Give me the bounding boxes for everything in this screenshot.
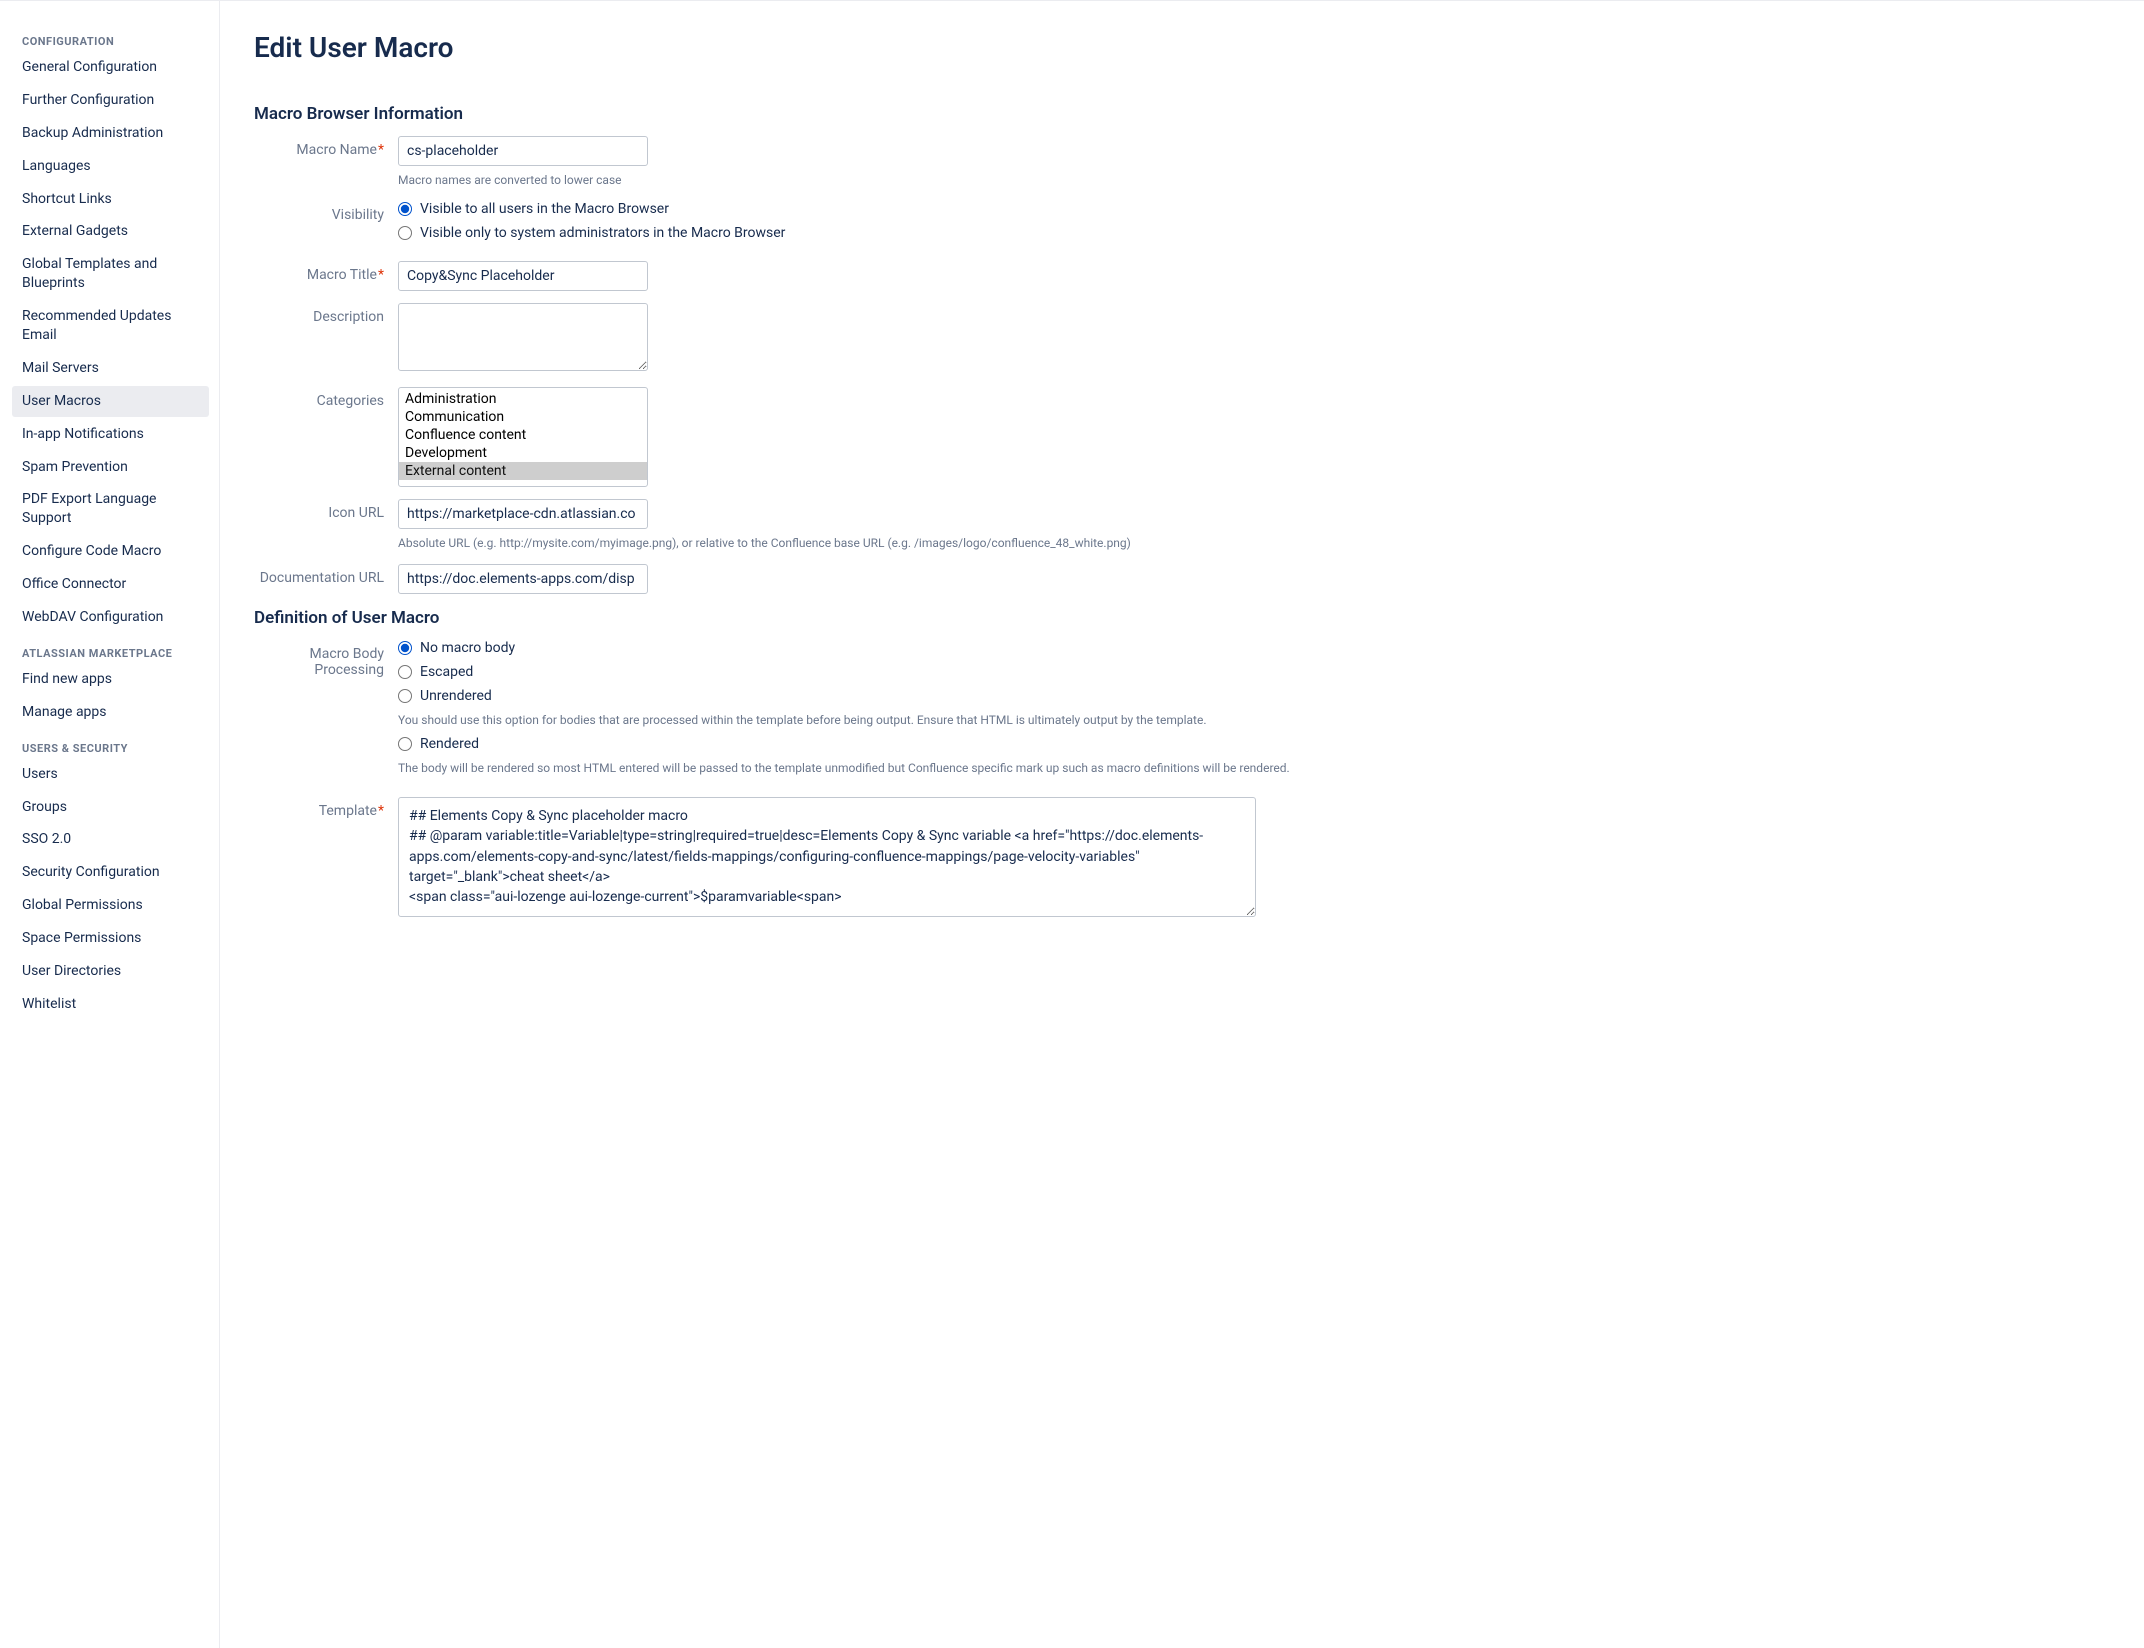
body-processing-radio-escaped[interactable] <box>398 665 412 679</box>
category-option[interactable]: External content <box>399 462 647 480</box>
body-processing-label-escaped: Escaped <box>420 664 473 680</box>
sidebar-item-general-configuration[interactable]: General Configuration <box>12 52 209 83</box>
macro-name-help: Macro names are converted to lower case <box>398 172 2122 189</box>
body-processing-label-unrendered: Unrendered <box>420 688 492 704</box>
sidebar-item-find-new-apps[interactable]: Find new apps <box>12 664 209 695</box>
icon-url-input[interactable] <box>398 499 648 529</box>
sidebar-item-configure-code-macro[interactable]: Configure Code Macro <box>12 536 209 567</box>
visibility-label-admin: Visible only to system administrators in… <box>420 225 785 241</box>
sidebar-item-user-directories[interactable]: User Directories <box>12 956 209 987</box>
body-processing-radio-none[interactable] <box>398 641 412 655</box>
sidebar-item-office-connector[interactable]: Office Connector <box>12 569 209 600</box>
label-body-processing: Macro Body Processing <box>254 640 398 678</box>
body-processing-radio-unrendered[interactable] <box>398 689 412 703</box>
body-processing-radio-rendered[interactable] <box>398 737 412 751</box>
body-processing-label-rendered: Rendered <box>420 736 479 752</box>
sidebar-item-users[interactable]: Users <box>12 759 209 790</box>
label-template: Template* <box>254 797 398 819</box>
sidebar-item-languages[interactable]: Languages <box>12 151 209 182</box>
body-processing-help-unrendered: You should use this option for bodies th… <box>398 712 2122 729</box>
body-processing-help-rendered: The body will be rendered so most HTML e… <box>398 760 2122 777</box>
label-icon-url: Icon URL <box>254 499 398 521</box>
visibility-label-all: Visible to all users in the Macro Browse… <box>420 201 669 217</box>
sidebar-item-groups[interactable]: Groups <box>12 792 209 823</box>
label-macro-title: Macro Title* <box>254 261 398 283</box>
macro-title-input[interactable] <box>398 261 648 291</box>
sidebar-item-backup-administration[interactable]: Backup Administration <box>12 118 209 149</box>
sidebar-item-sso[interactable]: SSO 2.0 <box>12 824 209 855</box>
visibility-radio-all[interactable] <box>398 202 412 216</box>
macro-name-input[interactable] <box>398 136 648 166</box>
label-doc-url: Documentation URL <box>254 564 398 586</box>
sidebar-item-recommended-updates[interactable]: Recommended Updates Email <box>12 301 209 351</box>
sidebar-item-user-macros[interactable]: User Macros <box>12 386 209 417</box>
sidebar-item-pdf-export-language[interactable]: PDF Export Language Support <box>12 484 209 534</box>
category-option[interactable]: Development <box>399 444 647 462</box>
sidebar-item-mail-servers[interactable]: Mail Servers <box>12 353 209 384</box>
body-processing-label-none: No macro body <box>420 640 515 656</box>
category-option[interactable]: Communication <box>399 408 647 426</box>
description-input[interactable] <box>398 303 648 371</box>
sidebar-item-in-app-notifications[interactable]: In-app Notifications <box>12 419 209 450</box>
section-macro-browser-info: Macro Browser Information <box>254 104 2122 124</box>
icon-url-help: Absolute URL (e.g. http://mysite.com/myi… <box>398 535 2122 552</box>
sidebar-item-spam-prevention[interactable]: Spam Prevention <box>12 452 209 483</box>
main-content: Edit User Macro Macro Browser Informatio… <box>220 1 2144 1648</box>
sidebar-section-title: USERS & SECURITY <box>12 734 209 759</box>
sidebar-item-webdav-configuration[interactable]: WebDAV Configuration <box>12 602 209 633</box>
page-title: Edit User Macro <box>254 31 2122 64</box>
label-visibility: Visibility <box>254 201 398 223</box>
doc-url-input[interactable] <box>398 564 648 594</box>
sidebar-item-global-permissions[interactable]: Global Permissions <box>12 890 209 921</box>
sidebar-item-external-gadgets[interactable]: External Gadgets <box>12 216 209 247</box>
label-macro-name: Macro Name* <box>254 136 398 158</box>
sidebar-item-manage-apps[interactable]: Manage apps <box>12 697 209 728</box>
admin-sidebar: CONFIGURATIONGeneral ConfigurationFurthe… <box>0 1 220 1648</box>
category-option[interactable]: Confluence content <box>399 426 647 444</box>
sidebar-item-space-permissions[interactable]: Space Permissions <box>12 923 209 954</box>
section-definition: Definition of User Macro <box>254 608 2122 628</box>
sidebar-item-shortcut-links[interactable]: Shortcut Links <box>12 184 209 215</box>
template-input[interactable] <box>398 797 1256 917</box>
label-categories: Categories <box>254 387 398 409</box>
categories-select[interactable]: AdministrationCommunicationConfluence co… <box>398 387 648 487</box>
visibility-radio-admin[interactable] <box>398 226 412 240</box>
sidebar-item-whitelist[interactable]: Whitelist <box>12 989 209 1020</box>
sidebar-item-further-configuration[interactable]: Further Configuration <box>12 85 209 116</box>
category-option[interactable]: Administration <box>399 390 647 408</box>
sidebar-section-title: ATLASSIAN MARKETPLACE <box>12 639 209 664</box>
sidebar-item-security-configuration[interactable]: Security Configuration <box>12 857 209 888</box>
sidebar-item-global-templates[interactable]: Global Templates and Blueprints <box>12 249 209 299</box>
label-description: Description <box>254 303 398 325</box>
sidebar-section-title: CONFIGURATION <box>12 27 209 52</box>
